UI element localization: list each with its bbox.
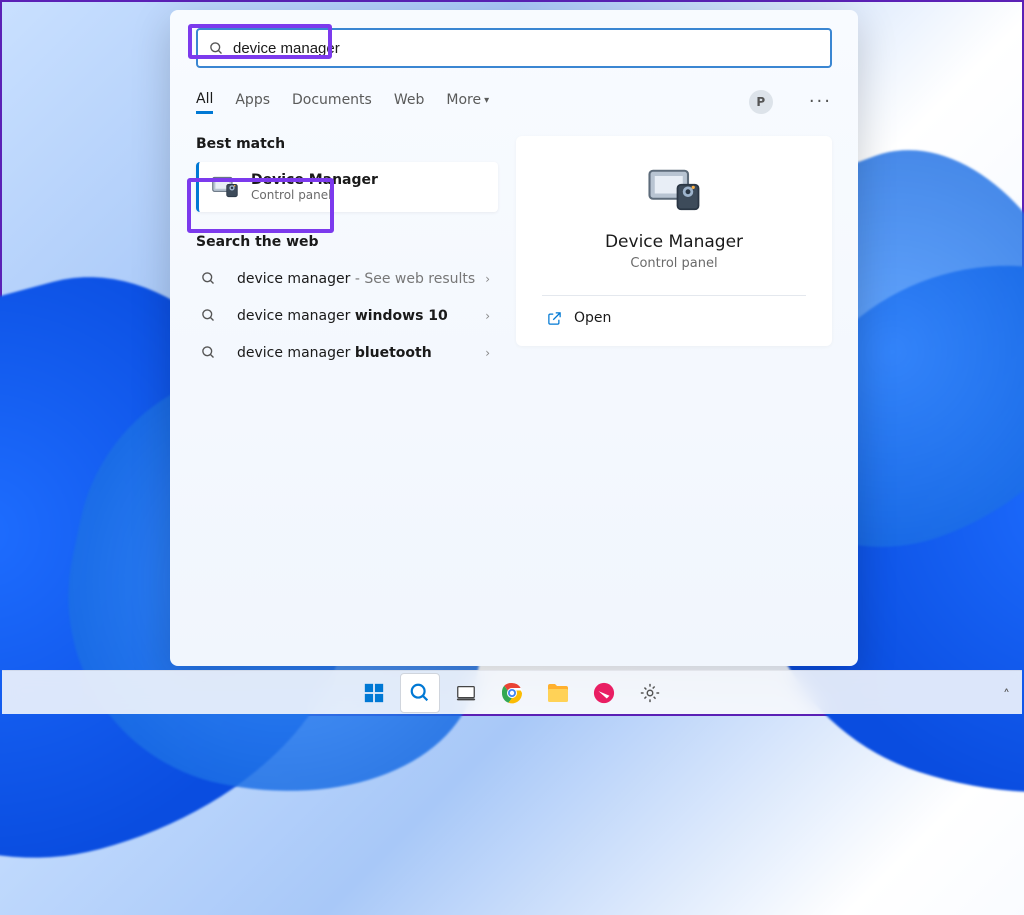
result-subtitle: Control panel [251,188,378,202]
web-result-text: device manager [237,308,355,324]
settings-icon[interactable] [630,673,670,713]
web-result-suffix: windows 10 [355,308,448,324]
best-match-result[interactable]: Device Manager Control panel [196,162,498,212]
taskbar: ˄ [2,670,1022,714]
file-explorer-icon[interactable] [538,673,578,713]
best-match-heading: Best match [196,136,498,152]
web-result-text: device manager [237,271,350,287]
chevron-right-icon: › [485,272,490,286]
search-icon [208,40,225,57]
result-title: Device Manager [251,172,378,188]
web-result-suffix: bluetooth [355,345,432,361]
detail-panel: Device Manager Control panel Open [516,136,832,646]
user-avatar[interactable]: P [749,90,773,114]
taskview-button[interactable] [446,673,486,713]
web-result-item[interactable]: device manager - See web results › [196,260,498,297]
search-flyout: All Apps Documents Web More ▾ P ··· Best… [170,10,858,666]
web-result-item[interactable]: device manager windows 10 › [196,297,498,334]
tab-apps[interactable]: Apps [235,92,270,112]
device-manager-icon [211,175,239,199]
search-input[interactable] [233,40,820,57]
search-tabs: All Apps Documents Web More ▾ P ··· [196,90,832,114]
tray-chevron-icon[interactable]: ˄ [1003,688,1010,704]
taskbar-search-button[interactable] [400,673,440,713]
tab-more-label: More [446,92,481,108]
open-action[interactable]: Open [542,296,806,340]
detail-subtitle: Control panel [542,256,806,271]
search-icon [200,307,217,324]
chevron-right-icon: › [485,309,490,323]
pinned-app-icon[interactable] [584,673,624,713]
web-result-item[interactable]: device manager bluetooth › [196,334,498,371]
web-result-text: device manager [237,345,355,361]
chevron-down-icon: ▾ [484,95,489,106]
open-label: Open [574,310,611,326]
search-icon [200,270,217,287]
start-button[interactable] [354,673,394,713]
search-icon [200,344,217,361]
tab-all[interactable]: All [196,91,213,114]
search-web-heading: Search the web [196,234,498,250]
chevron-right-icon: › [485,346,490,360]
detail-title: Device Manager [542,232,806,252]
device-manager-icon [646,162,702,218]
search-box[interactable] [196,28,832,68]
chrome-icon[interactable] [492,673,532,713]
web-result-suffix: - See web results [350,271,475,287]
results-column: Best match Device Manager Control panel [196,136,498,646]
more-options-button[interactable]: ··· [809,93,832,111]
tab-web[interactable]: Web [394,92,425,112]
tab-more[interactable]: More ▾ [446,92,489,112]
tab-documents[interactable]: Documents [292,92,372,112]
open-icon [546,310,562,326]
